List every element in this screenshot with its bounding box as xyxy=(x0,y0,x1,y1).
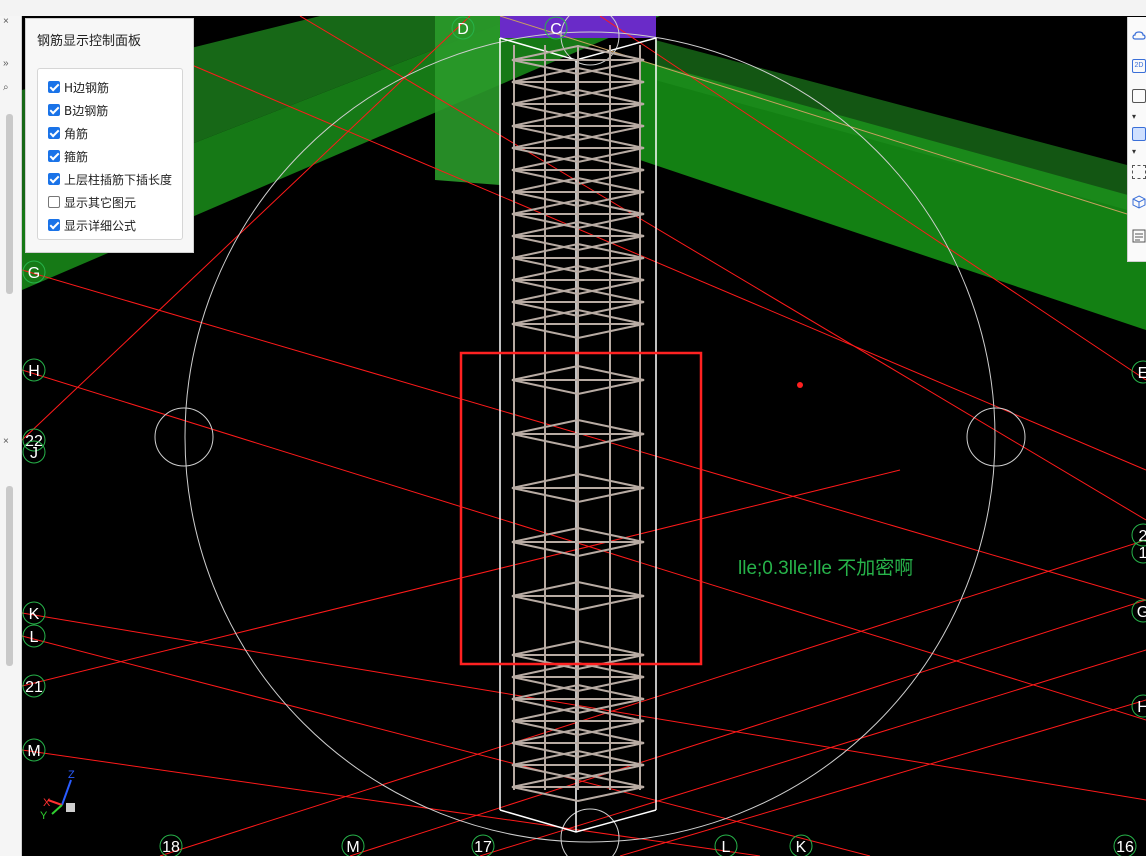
top-bar xyxy=(0,0,1146,17)
option-corner-rebar[interactable]: 角筋 xyxy=(48,124,88,142)
option-show-other-elements[interactable]: 显示其它图元 xyxy=(48,193,136,211)
grid-label-left-K: K xyxy=(29,606,40,623)
checkbox-show-detailed-formula[interactable] xyxy=(48,219,60,231)
option-label: 箍筋 xyxy=(64,149,89,164)
highlight-box xyxy=(459,351,703,666)
grid-label-left-L: L xyxy=(30,629,39,646)
rebar-cage xyxy=(511,44,645,803)
option-stirrup[interactable]: 箍筋 xyxy=(48,147,88,165)
grid-label-right-G: G xyxy=(1137,604,1146,621)
left-side-strip: × » ⌕ × xyxy=(0,16,22,856)
dropdown-icon-2[interactable]: ▾ xyxy=(1132,147,1146,156)
right-toolbar: 2D ▾ ▾ xyxy=(1127,17,1146,262)
option-label: H边钢筋 xyxy=(64,80,110,95)
expand-icon[interactable]: » xyxy=(3,58,9,69)
grid-label-left-21: 21 xyxy=(25,679,43,696)
panel-title: 钢筋显示控制面板 xyxy=(37,34,142,49)
red-point xyxy=(797,382,803,388)
cloud-icon[interactable] xyxy=(1132,29,1146,43)
box-solid-icon[interactable] xyxy=(1132,127,1146,141)
grid-label-bottom-K: K xyxy=(796,839,807,856)
axis-gizmo: Z X Y xyxy=(40,769,75,822)
grid-label-right-H: H xyxy=(1137,699,1146,716)
annotation-text: lle;0.3lle;lle 不加密啊 xyxy=(738,557,913,579)
option-label: B边钢筋 xyxy=(64,103,109,118)
orbit-handle-left[interactable] xyxy=(154,407,214,467)
checkbox-h-side-rebar[interactable] xyxy=(48,81,60,93)
scrollbar-upper[interactable] xyxy=(6,114,13,294)
grid-label-bottom-16: 16 xyxy=(1116,839,1134,856)
option-dowel-length[interactable]: 上层柱插筋下插长度 xyxy=(48,170,172,188)
checkbox-show-other-elements[interactable] xyxy=(48,196,60,208)
checkbox-stirrup[interactable] xyxy=(48,150,60,162)
checkbox-dowel-length[interactable] xyxy=(48,173,60,185)
grid-label-left-J: J xyxy=(30,445,38,462)
grid-label-bottom-17: 17 xyxy=(474,839,492,856)
close-icon-lower[interactable]: × xyxy=(3,436,9,447)
search-icon[interactable]: ⌕ xyxy=(3,82,9,93)
grid-label-bottom-M: M xyxy=(346,839,359,856)
orbit-handle-right[interactable] xyxy=(966,407,1026,467)
option-label: 显示详细公式 xyxy=(64,218,137,233)
select-icon[interactable] xyxy=(1132,165,1146,179)
rebar-display-control-panel: 钢筋显示控制面板 H边钢筋 B边钢筋 角筋 箍筋 上层柱插筋下插长度 显示其它图… xyxy=(25,18,194,253)
grid-label-right-1: 1 xyxy=(1139,545,1146,562)
checkbox-corner-rebar[interactable] xyxy=(48,127,60,139)
scrollbar-lower[interactable] xyxy=(6,486,13,666)
grid-label-left-H: H xyxy=(28,363,40,380)
axis-z-label: Z xyxy=(68,769,75,781)
option-b-side-rebar[interactable]: B边钢筋 xyxy=(48,101,108,119)
grid-label-top-D: D xyxy=(457,21,469,38)
axis-y-label: Y xyxy=(40,810,48,822)
grid-label-left-G: G xyxy=(28,265,40,282)
option-label: 角筋 xyxy=(64,126,89,141)
3d-view-icon[interactable] xyxy=(1132,195,1146,209)
grid-label-right-2: 2 xyxy=(1139,528,1146,545)
options-box: H边钢筋 B边钢筋 角筋 箍筋 上层柱插筋下插长度 显示其它图元 显示详细公式 xyxy=(37,68,183,240)
box-view-icon[interactable] xyxy=(1132,89,1146,103)
option-label: 显示其它图元 xyxy=(64,195,137,210)
grid-label-left-M: M xyxy=(27,743,40,760)
2d-view-icon[interactable]: 2D xyxy=(1132,59,1146,73)
checkbox-b-side-rebar[interactable] xyxy=(48,104,60,116)
option-show-detailed-formula[interactable]: 显示详细公式 xyxy=(48,216,136,234)
dropdown-icon[interactable]: ▾ xyxy=(1132,112,1146,121)
close-icon[interactable]: × xyxy=(3,16,9,27)
option-h-side-rebar[interactable]: H边钢筋 xyxy=(48,78,109,96)
grid-label-right-E: E xyxy=(1138,365,1146,382)
list-icon[interactable] xyxy=(1132,229,1146,243)
axis-x-label: X xyxy=(43,797,51,809)
option-label: 上层柱插筋下插长度 xyxy=(64,172,173,187)
grid-label-bottom-L: L xyxy=(722,839,731,856)
grid-label-top-C: C xyxy=(550,21,562,38)
grid-label-bottom-18: 18 xyxy=(162,839,180,856)
